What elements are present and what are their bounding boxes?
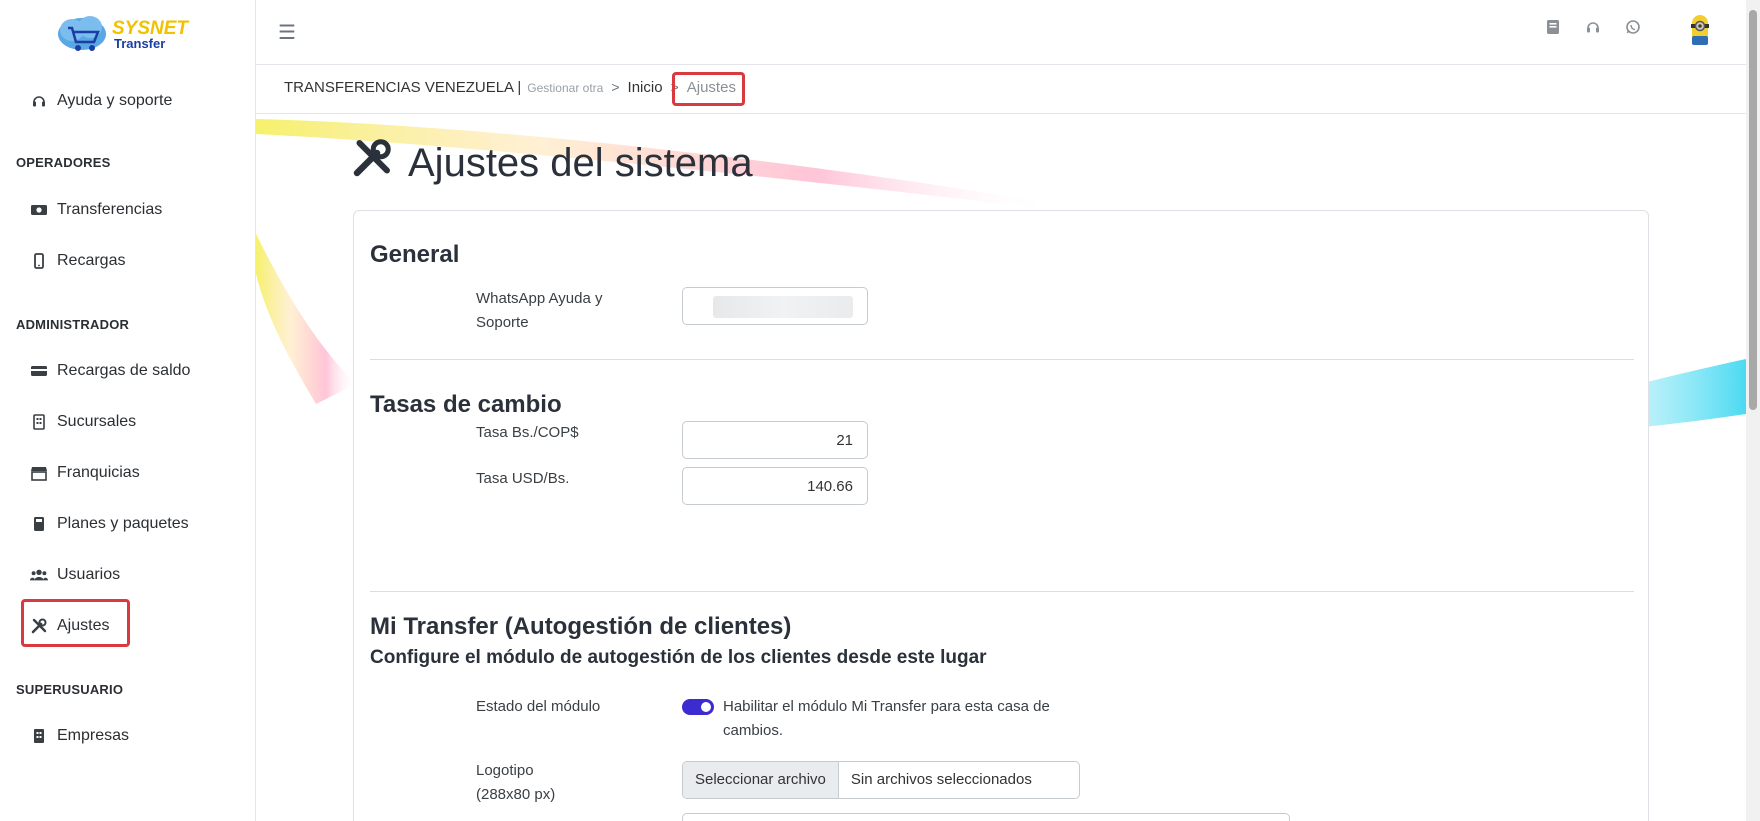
whatsapp-input[interactable]: [682, 287, 868, 325]
sidebar-item-label: Recargas: [57, 252, 126, 269]
sidebar-item-label: Transferencias: [57, 201, 163, 218]
rate-usd-bs-label: Tasa USD/Bs.: [476, 470, 570, 487]
logo-file-input[interactable]: Seleccionar archivo Sin archivos selecci…: [682, 761, 1080, 799]
headset-icon: [30, 92, 48, 110]
sidebar-item-franquicias[interactable]: Franquicias: [30, 460, 140, 486]
sidebar-item-label: Ayuda y soporte: [57, 92, 173, 109]
sidebar-item-ayuda[interactable]: Ayuda y soporte: [30, 88, 172, 114]
sidebar-item-label: Empresas: [57, 727, 130, 744]
sidebar-item-transferencias[interactable]: Transferencias: [30, 197, 162, 223]
user-avatar[interactable]: [1686, 12, 1714, 48]
sidebar-item-label: Usuarios: [57, 566, 121, 583]
tools-icon: [352, 138, 392, 188]
module-toggle[interactable]: [682, 699, 714, 715]
section-superusuario: SUPERUSUARIO: [16, 682, 124, 697]
hamburger-menu-icon[interactable]: ☰: [278, 20, 296, 45]
file-status: Sin archivos seleccionados: [850, 771, 1032, 788]
building-icon: [30, 413, 48, 431]
calculator-icon: [30, 515, 48, 533]
breadcrumb-separator: >: [611, 79, 620, 95]
rate-bs-cop-label: Tasa Bs./COP$: [476, 424, 579, 441]
sidebar: SYSNET Transfer Ayuda y soporte OPERADOR…: [0, 0, 256, 821]
section-general-title: General: [370, 241, 460, 268]
breadcrumb-highlight: [672, 72, 745, 106]
section-operadores: OPERADORES: [16, 155, 111, 170]
whatsapp-label: WhatsApp Ayuda y Soporte: [476, 290, 603, 331]
whatsapp-icon[interactable]: [1624, 18, 1642, 36]
scrollbar[interactable]: [1746, 0, 1760, 821]
rate-bs-cop-input[interactable]: [682, 421, 868, 459]
building-icon: [30, 727, 48, 745]
sidebar-item-recargas-saldo[interactable]: Recargas de saldo: [30, 358, 190, 384]
divider: [370, 591, 1634, 592]
redacted-value: [713, 296, 853, 318]
scrollbar-thumb[interactable]: [1749, 10, 1757, 410]
settings-card: General WhatsApp Ayuda y Soporte Tasas d…: [353, 210, 1649, 821]
next-field[interactable]: [682, 813, 1290, 821]
rate-usd-bs-input[interactable]: [682, 467, 868, 505]
sidebar-item-usuarios[interactable]: Usuarios: [30, 562, 120, 588]
sidebar-item-empresas[interactable]: Empresas: [30, 723, 129, 749]
module-toggle-label[interactable]: Habilitar el módulo Mi Transfer para est…: [723, 695, 1083, 743]
book-icon[interactable]: [1544, 18, 1562, 36]
svg-text:Transfer: Transfer: [114, 36, 165, 51]
module-status-label: Estado del módulo: [476, 698, 601, 715]
divider: [370, 359, 1634, 360]
active-highlight: [21, 599, 130, 647]
breadcrumb: TRANSFERENCIAS VENEZUELA | Gestionar otr…: [256, 65, 1746, 114]
sidebar-item-sucursales[interactable]: Sucursales: [30, 409, 136, 435]
section-mitransfer-title: Mi Transfer (Autogestión de clientes): [370, 613, 792, 640]
select-file-button[interactable]: Seleccionar archivo: [683, 762, 839, 798]
section-rates-title: Tasas de cambio: [370, 391, 562, 418]
breadcrumb-company: TRANSFERENCIAS VENEZUELA |: [284, 79, 522, 96]
mobile-icon: [30, 252, 48, 270]
money-icon: [30, 201, 48, 219]
users-icon: [30, 566, 48, 584]
sidebar-item-label: Planes y paquetes: [57, 515, 189, 532]
logo-label: Logotipo (288x80 px): [476, 762, 556, 803]
main-content: Ajustes del sistema General WhatsApp Ayu…: [256, 114, 1746, 821]
breadcrumb-home-link[interactable]: Inicio: [628, 79, 663, 96]
sidebar-item-planes[interactable]: Planes y paquetes: [30, 511, 189, 537]
store-icon: [30, 464, 48, 482]
sidebar-item-label: Sucursales: [57, 413, 137, 430]
manage-other-link[interactable]: Gestionar otra: [527, 81, 603, 95]
topbar: ☰: [256, 0, 1746, 65]
headset-icon[interactable]: [1584, 18, 1602, 36]
section-administrador: ADMINISTRADOR: [16, 317, 130, 332]
sysnet-transfer-logo[interactable]: SYSNET Transfer: [54, 12, 204, 56]
credit-card-icon: [30, 362, 48, 380]
page-title-text: Ajustes del sistema: [408, 140, 753, 185]
sidebar-item-recargas[interactable]: Recargas: [30, 248, 125, 274]
sidebar-item-label: Recargas de saldo: [57, 362, 191, 379]
sidebar-item-label: Franquicias: [57, 464, 140, 481]
section-mitransfer-subtitle: Configure el módulo de autogestión de lo…: [370, 647, 987, 668]
page-title: Ajustes del sistema: [352, 138, 753, 188]
